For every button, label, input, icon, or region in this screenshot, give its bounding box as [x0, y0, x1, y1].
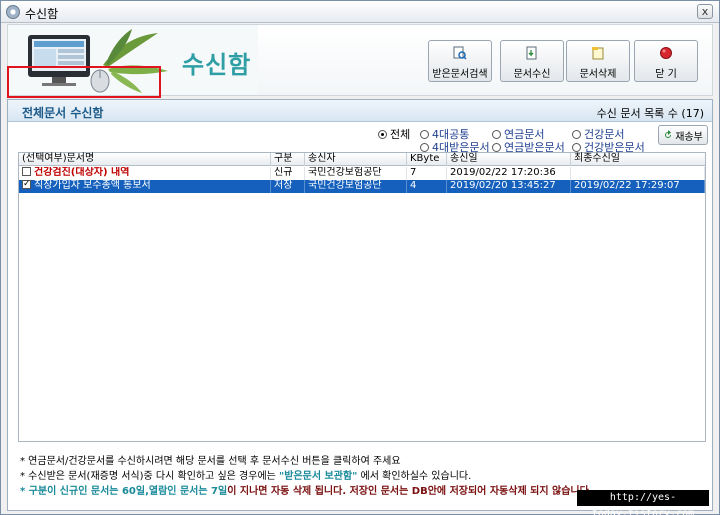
panel-title: 전체문서 수신함: [22, 106, 104, 120]
radio-icon: [572, 142, 581, 152]
delete-document-label: 문서삭제: [579, 69, 617, 80]
title-bar: 수신함 x: [1, 1, 719, 23]
delete-document-button[interactable]: 문서삭제: [566, 40, 630, 82]
radio-icon: [420, 142, 429, 152]
receive-document-label: 문서수신: [513, 69, 551, 80]
document-receive-icon: [526, 46, 537, 60]
col-size[interactable]: KByte: [407, 153, 447, 166]
resend-label: 재송부: [675, 131, 703, 143]
table-row[interactable]: 건강검진(대상자) 내역 신규 국민건강보험공단 7 2019/02/22 17…: [19, 167, 705, 180]
radio-icon: [492, 129, 501, 139]
document-table: (선택여부)문서명 구분 송신자 KByte 송신일 최종수신일 건강검진(대상…: [18, 152, 706, 442]
window-title: 수신함: [25, 7, 59, 21]
resend-button[interactable]: 재송부: [658, 125, 708, 145]
col-last-received[interactable]: 최종수신일: [571, 153, 705, 166]
inbox-window: 수신함 x 수신함 받은문서검색 문서수신 문서삭제 닫 기 전체문서 수신함 …: [0, 0, 720, 515]
annotation-highlight-box: [7, 66, 161, 98]
panel-header: 전체문서 수신함 수신 문서 목록 수 (17): [8, 100, 712, 122]
inbox-panel: 전체문서 수신함 수신 문서 목록 수 (17) 전체 4대공통 연금문서 건강…: [7, 99, 713, 511]
filter-all[interactable]: 전체: [378, 126, 410, 142]
document-size: 7: [407, 167, 447, 180]
radio-icon: [420, 129, 429, 139]
document-count: 수신 문서 목록 수 (17): [596, 107, 704, 120]
app-icon: [6, 5, 20, 19]
document-name: 직장가입자 보수총액 통보서: [34, 180, 151, 191]
document-sender: 국민건강보험공단: [305, 180, 407, 193]
search-received-button[interactable]: 받은문서검색: [428, 40, 492, 82]
note-line-1: * 연금문서/건강문서를 수신하시려면 해당 문서를 선택 후 문서수신 버튼을…: [20, 456, 401, 467]
close-label: 닫 기: [655, 69, 677, 80]
refresh-icon: [665, 130, 672, 138]
col-sent-date[interactable]: 송신일: [447, 153, 571, 166]
close-circle-icon: [660, 47, 672, 59]
col-sender[interactable]: 송신자: [305, 153, 407, 166]
document-delete-icon: [592, 47, 604, 60]
document-last-received: [571, 167, 705, 180]
row-checkbox[interactable]: [22, 167, 31, 176]
document-name: 건강검진(대상자) 내역: [34, 167, 130, 178]
banner-title: 수신함: [182, 51, 252, 79]
document-filter-group: 전체 4대공통 연금문서 건강문서 4대받은문서 연금받은문서 건강받은문서: [378, 124, 658, 154]
document-search-icon: [453, 46, 467, 60]
row-checkbox-checked[interactable]: [22, 180, 31, 190]
document-type: 저장: [271, 180, 305, 193]
search-received-label: 받은문서검색: [432, 69, 488, 80]
document-sent: 2019/02/20 13:45:27: [447, 180, 571, 193]
radio-icon: [492, 142, 501, 152]
receive-document-button[interactable]: 문서수신: [500, 40, 564, 82]
close-button[interactable]: 닫 기: [634, 40, 698, 82]
document-last-received: 2019/02/22 17:29:07: [571, 180, 705, 193]
radio-icon: [572, 129, 581, 139]
note-line-2: * 수신받은 문서(재증명 서식)중 다시 확인하고 싶은 경우에는 "받은문서…: [20, 471, 472, 482]
table-header: (선택여부)문서명 구분 송신자 KByte 송신일 최종수신일: [19, 153, 705, 166]
document-sent: 2019/02/22 17:20:36: [447, 167, 571, 180]
watermark: http://yes-today.tistory.com: [577, 490, 709, 515]
document-type: 신규: [271, 167, 305, 180]
col-type[interactable]: 구분: [271, 153, 305, 166]
table-row-selected[interactable]: 직장가입자 보수총액 통보서 저장 국민건강보험공단 4 2019/02/20 …: [19, 180, 705, 193]
radio-selected-icon: [378, 129, 387, 139]
document-sender: 국민건강보험공단: [305, 167, 407, 180]
document-size: 4: [407, 180, 447, 193]
col-document-name[interactable]: (선택여부)문서명: [19, 153, 271, 166]
close-window-button[interactable]: x: [697, 4, 713, 19]
